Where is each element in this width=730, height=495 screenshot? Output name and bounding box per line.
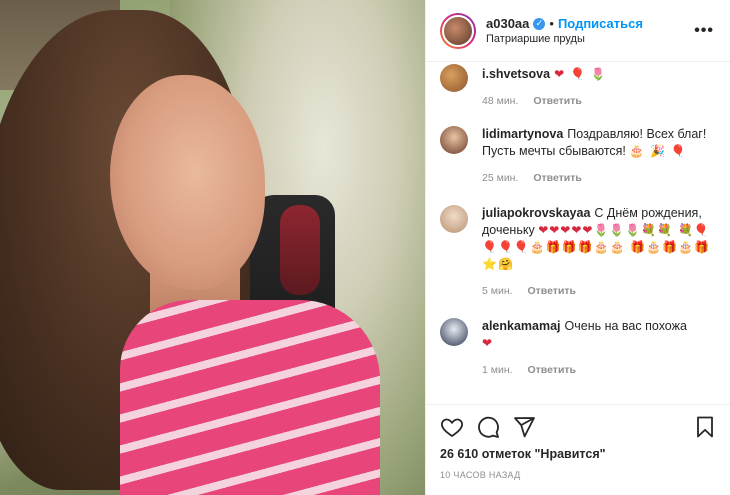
post-side-panel: a030aa ✓ • Подписаться Патриаршие пруды …: [425, 0, 730, 495]
bookmark-icon[interactable]: [693, 415, 717, 439]
heart-icon[interactable]: [440, 415, 464, 439]
photo-shirt: [120, 300, 380, 495]
comment-icon[interactable]: [476, 415, 500, 439]
comment-avatar[interactable]: [440, 126, 468, 154]
comment-item: lidimartynova Поздравляю! Всех благ! Пуст…: [440, 126, 717, 187]
share-icon[interactable]: [512, 415, 536, 439]
reply-button[interactable]: Ответить: [533, 172, 582, 184]
reply-button[interactable]: Ответить: [533, 95, 582, 107]
reply-button[interactable]: Ответить: [527, 364, 576, 376]
separator-dot: •: [549, 16, 554, 31]
post-time[interactable]: 10 ЧАСОВ НАЗАД: [440, 470, 717, 480]
comment-username[interactable]: i.shvetsova: [482, 67, 550, 81]
comment-avatar[interactable]: [440, 318, 468, 346]
comment-username[interactable]: lidimartynova: [482, 127, 563, 141]
follow-button[interactable]: Подписаться: [558, 16, 643, 31]
more-options-icon[interactable]: •••: [694, 22, 714, 40]
comment-time[interactable]: 25 мин.: [482, 172, 518, 184]
comment-text: Очень на вас похожа: [564, 319, 687, 333]
comment-item: i.shvetsova ❤ 🎈 🌷 48 мин. Ответить: [440, 62, 717, 112]
author-avatar[interactable]: [440, 12, 476, 49]
comment-emoji: ❤ 🎈 🌷: [554, 67, 607, 81]
reply-button[interactable]: Ответить: [527, 285, 576, 297]
comments-list: i.shvetsova ❤ 🎈 🌷 48 мин. Ответить lidima…: [426, 62, 730, 402]
comment-time[interactable]: 5 мин.: [482, 285, 513, 297]
post-photo[interactable]: [0, 0, 425, 495]
post-actions: 26 610 отметок "Нравится" 10 ЧАСОВ НАЗАД: [426, 404, 730, 495]
comment-username[interactable]: juliapokrovskayaa: [482, 206, 590, 220]
comment-emoji: 🎂 🎉 🎈: [629, 144, 687, 158]
author-username[interactable]: a030aa: [486, 16, 529, 31]
verified-icon: ✓: [533, 17, 546, 30]
comment-username[interactable]: alenkamamaj: [482, 319, 561, 333]
comment-item: juliapokrovskayaa С Днём рождения, дочень…: [440, 205, 717, 300]
comment-item: alenkamamaj Очень на вас похожа ❤ 1 мин. …: [440, 318, 717, 379]
comment-avatar[interactable]: [440, 64, 468, 92]
likes-count[interactable]: 26 610 отметок "Нравится": [440, 447, 717, 461]
post-header: a030aa ✓ • Подписаться Патриаршие пруды …: [426, 0, 730, 62]
comment-emoji: ❤: [482, 336, 494, 350]
post-location[interactable]: Патриаршие пруды: [486, 33, 643, 45]
comment-avatar[interactable]: [440, 205, 468, 233]
photo-wheelchair-handle: [280, 205, 320, 295]
comment-time[interactable]: 1 мин.: [482, 364, 513, 376]
comment-time[interactable]: 48 мин.: [482, 95, 518, 107]
